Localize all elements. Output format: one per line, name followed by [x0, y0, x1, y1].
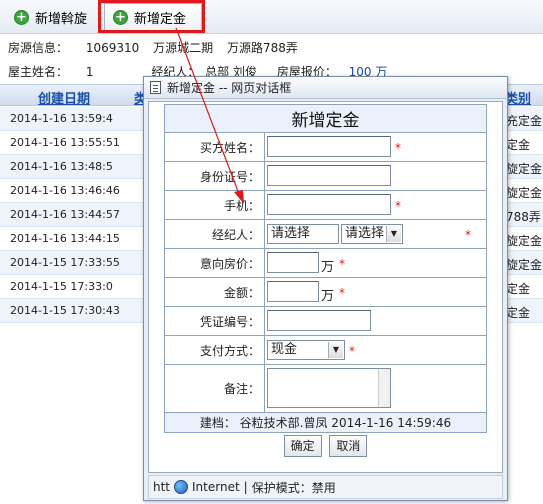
form-title: 新增定金	[164, 104, 487, 133]
ok-button[interactable]: 确定	[283, 435, 322, 457]
row-type: 充定金	[506, 114, 543, 128]
page-icon	[150, 81, 161, 94]
required-mark: *	[349, 344, 355, 358]
row-type: 旋定金	[506, 162, 543, 176]
button-row: 确定 取消	[165, 433, 487, 460]
intended-price-input[interactable]	[267, 252, 319, 273]
required-mark: *	[395, 141, 401, 155]
required-mark: *	[339, 286, 345, 300]
row-date: 2014-1-16 13:59:4	[10, 112, 113, 125]
row-date: 2014-1-16 13:48:5	[10, 160, 113, 173]
row-type: 旋定金	[506, 186, 543, 200]
required-mark: *	[395, 199, 401, 213]
row-type: 旋定金	[506, 258, 543, 272]
chevron-down-icon: ▼	[386, 226, 401, 242]
owner-label: 屋主姓名：	[8, 65, 69, 79]
row-type: 旋定金	[506, 234, 543, 248]
row-date: 2014-1-15 17:33:0	[10, 280, 113, 293]
buyer-name-input[interactable]	[267, 136, 391, 157]
buyer-name-label: 买方姓名：	[164, 132, 265, 162]
dialog-titlebar[interactable]: 新增定金 -- 网页对话框	[144, 77, 507, 99]
toolbar: + 新增斡旋 + 新增定金	[0, 0, 543, 34]
agent-branch-select[interactable]: 请选择	[267, 224, 339, 244]
required-mark: *	[339, 257, 345, 271]
col-created-date[interactable]: 创建日期	[38, 88, 90, 107]
plus-icon: +	[113, 9, 128, 25]
unit-label: 万	[321, 260, 335, 275]
agent-person-value: 请选择	[345, 226, 385, 241]
deposit-dialog: 新增定金 -- 网页对话框 新增定金 买方姓名： * 身份证号： 手机： * 经…	[143, 76, 508, 501]
row-type: 定金	[506, 138, 531, 152]
agent-branch-value: 请选择	[271, 226, 311, 241]
required-mark: *	[465, 228, 471, 242]
agent-label: 经纪人：	[164, 219, 265, 249]
source-label: 房源信息：	[8, 41, 69, 55]
dialog-title: 新增定金 -- 网页对话框	[167, 81, 292, 95]
remarks-textarea[interactable]	[267, 368, 391, 408]
row-date: 2014-1-16 13:46:46	[10, 184, 120, 197]
chevron-down-icon: ▼	[328, 342, 343, 358]
new-deposit-label: 新增定金	[134, 11, 187, 27]
row-date: 2014-1-16 13:44:57	[10, 208, 120, 221]
voucher-no-input[interactable]	[267, 310, 371, 331]
agent-person-select[interactable]: 请选择 ▼	[341, 224, 403, 244]
source-address: 万源路788弄	[226, 41, 298, 55]
phone-label: 手机：	[164, 190, 265, 220]
row-date: 2014-1-15 17:33:55	[10, 256, 120, 269]
payment-method-select[interactable]: 现金 ▼	[267, 340, 345, 360]
amount-input[interactable]	[267, 281, 319, 302]
status-zone: Internet	[192, 480, 240, 494]
payment-method-value: 现金	[271, 342, 298, 357]
payment-method-label: 支付方式：	[164, 335, 265, 365]
new-rotation-button[interactable]: + 新增斡旋	[14, 5, 87, 29]
remarks-label: 备注：	[164, 364, 265, 413]
row-date: 2014-1-16 13:55:51	[10, 136, 120, 149]
status-bar: htt Internet | 保护模式：禁用	[148, 475, 503, 499]
id-number-input[interactable]	[267, 165, 391, 186]
row-type: 788弄	[506, 210, 541, 224]
globe-icon	[174, 480, 189, 494]
row-date: 2014-1-16 13:44:15	[10, 232, 120, 245]
source-info-row: 房源信息： 1069310 万源城二期 万源路788弄	[8, 39, 298, 56]
row-date: 2014-1-15 17:30:43	[10, 304, 120, 317]
plus-icon: +	[14, 9, 29, 25]
status-mode: 保护模式：禁用	[251, 480, 336, 495]
status-prefix: htt	[153, 480, 171, 494]
source-project: 万源城二期	[153, 41, 214, 55]
voucher-no-label: 凭证编号：	[164, 306, 265, 336]
new-rotation-label: 新增斡旋	[35, 11, 88, 27]
col-type[interactable]: 类别	[505, 88, 531, 107]
scrollbar[interactable]	[378, 369, 390, 407]
owner-value: 1	[85, 65, 94, 79]
status-separator: |	[243, 480, 248, 494]
unit-label: 万	[321, 289, 335, 304]
amount-label: 金额：	[164, 277, 265, 307]
deposit-form: 新增定金 买方姓名： * 身份证号： 手机： * 经纪人： 请选择 请选择 ▼ *	[164, 104, 487, 459]
phone-input[interactable]	[267, 194, 391, 215]
created-info: 建档： 谷粒技术部.曾凤 2014-1-16 14:59:46	[164, 412, 487, 433]
source-id: 1069310	[85, 41, 140, 55]
dialog-body: 新增定金 买方姓名： * 身份证号： 手机： * 经纪人： 请选择 请选择 ▼ *	[148, 101, 503, 473]
id-number-label: 身份证号：	[164, 161, 265, 191]
new-deposit-button[interactable]: + 新增定金	[104, 3, 202, 31]
row-type: 定金	[506, 282, 531, 296]
intended-price-label: 意向房价：	[164, 248, 265, 278]
row-type: 定金	[506, 306, 531, 320]
cancel-button[interactable]: 取消	[329, 435, 368, 457]
